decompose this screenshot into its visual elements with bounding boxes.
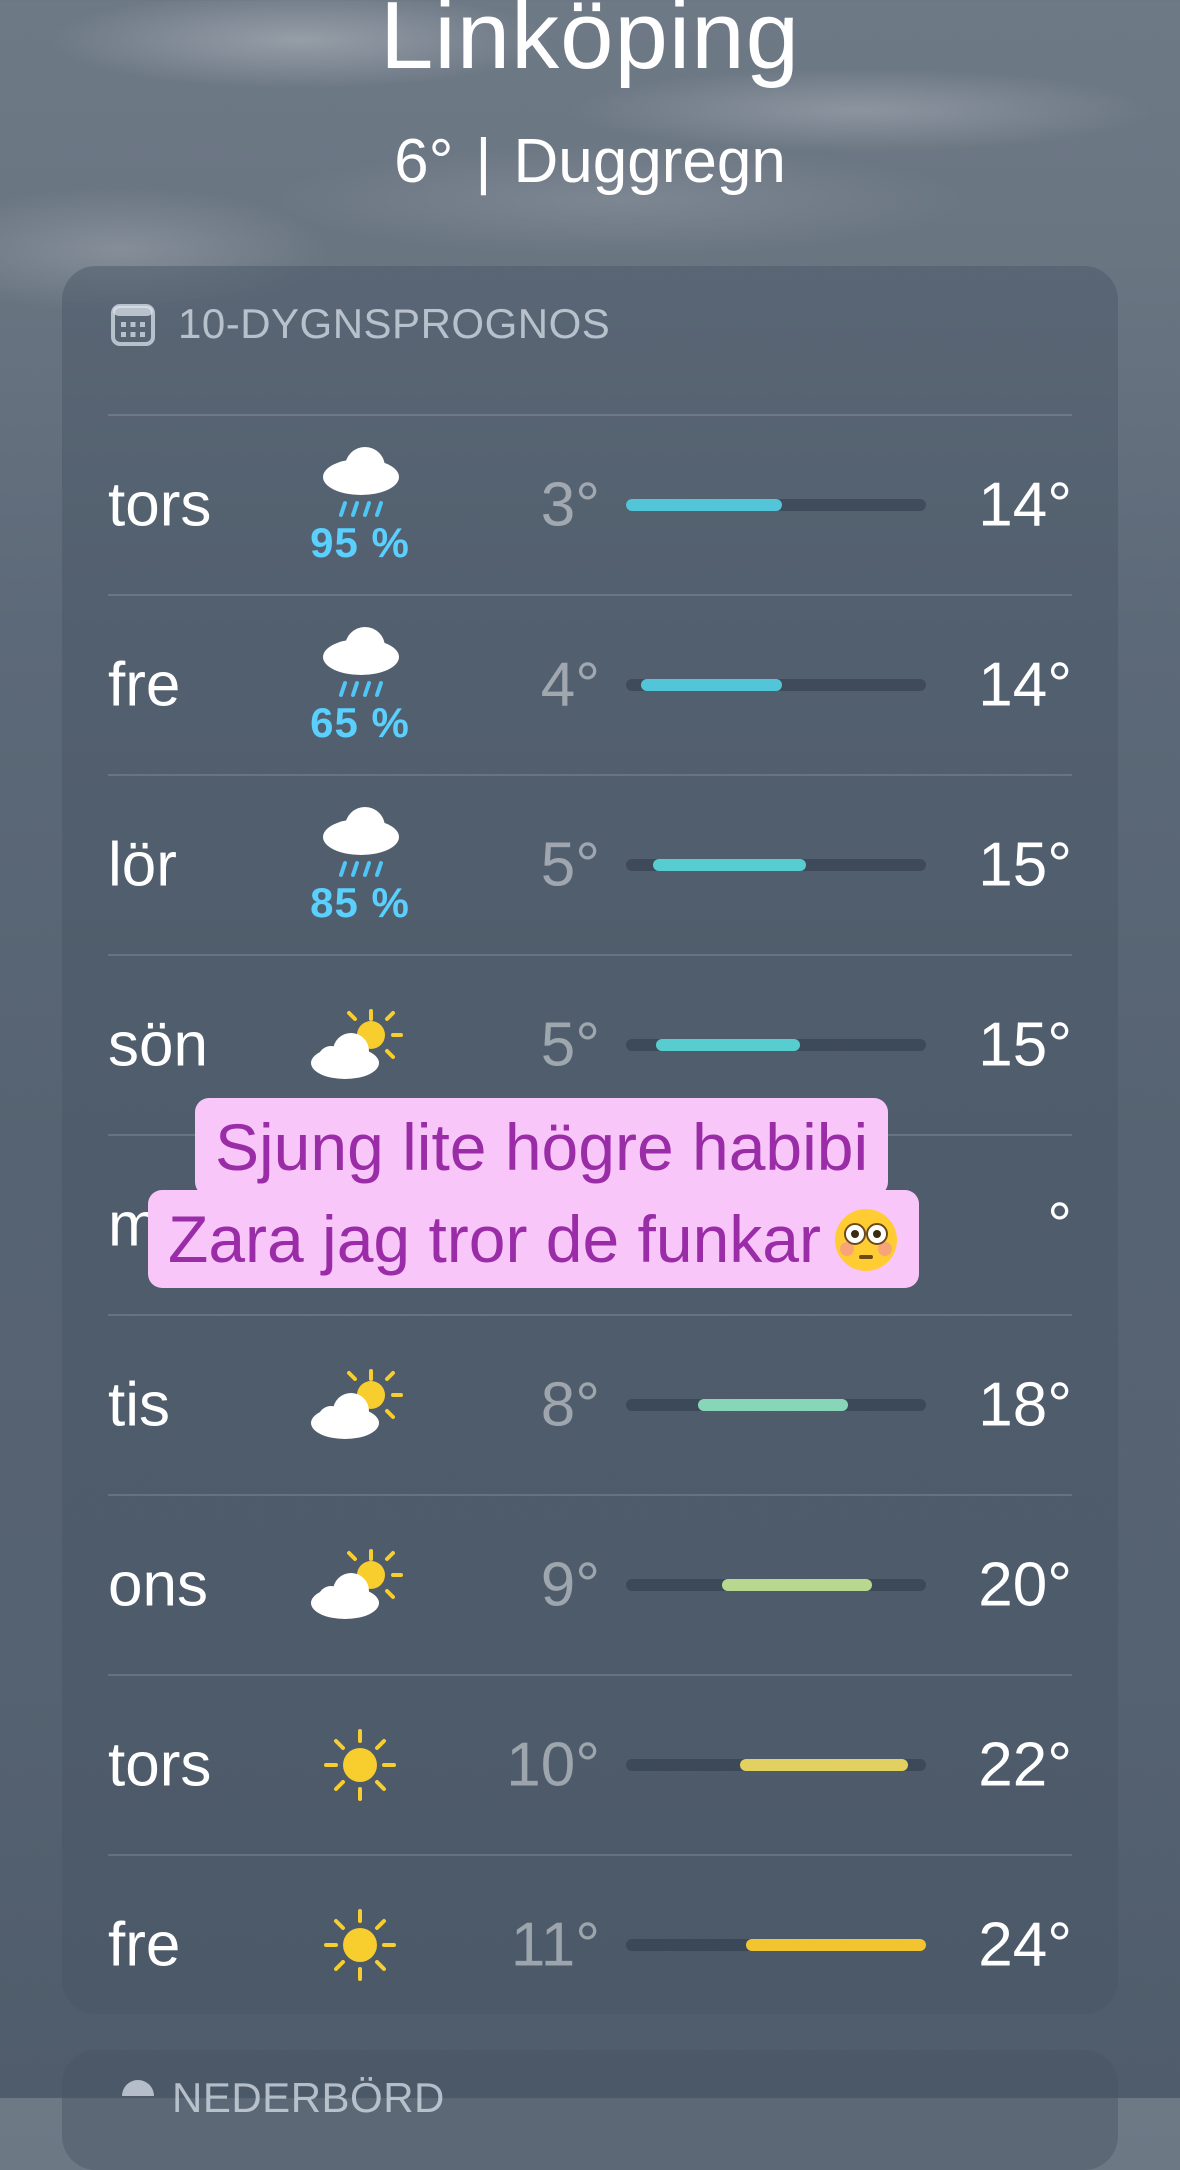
forecast-row[interactable]: tors 10° 22° — [108, 1674, 1072, 1854]
forecast-header: 10-DYGNSPROGNOS — [110, 300, 610, 348]
low-temperature: 8° — [540, 1370, 600, 1440]
partly-sunny-icon — [311, 1369, 403, 1439]
separator: | — [475, 127, 492, 196]
temperature-range-bar — [626, 1039, 926, 1051]
temperature-range-fill — [698, 1399, 848, 1411]
temperature-range-bar — [626, 1579, 926, 1591]
partly-sunny-icon — [311, 1549, 403, 1619]
high-temperature: 20° — [978, 1550, 1072, 1620]
umbrella-icon — [122, 2080, 154, 2096]
low-temperature: 11° — [510, 1910, 600, 1980]
high-temperature: 14° — [978, 650, 1072, 720]
caption-line-2-text: Zara jag tror de funkar — [168, 1202, 821, 1276]
high-temperature: 15° — [978, 1010, 1072, 1080]
temperature-range-fill — [746, 1939, 926, 1951]
temperature-range-fill — [641, 679, 782, 691]
current-conditions: 6° | Duggregn — [0, 127, 1180, 196]
sun-icon — [324, 1909, 396, 1981]
forecast-day: tors — [108, 1730, 212, 1800]
forecast-icon-wrap: 95 % — [300, 443, 420, 567]
forecast-icon-wrap — [300, 1365, 420, 1445]
low-temperature: 9° — [540, 1550, 600, 1620]
high-temperature: 18° — [978, 1370, 1072, 1440]
forecast-icon-wrap — [300, 1005, 420, 1085]
caption-line-1: Sjung lite högre habibi — [195, 1098, 889, 1196]
forecast-icon-wrap — [300, 1725, 420, 1805]
calendar-icon — [111, 304, 155, 346]
forecast-row[interactable]: tors 95 % 3° 14° — [108, 414, 1072, 594]
temperature-range-bar — [626, 499, 926, 511]
forecast-row[interactable]: ons 9° 20° — [108, 1494, 1072, 1674]
low-temperature: 5° — [540, 1010, 600, 1080]
precipitation-title: NEDERBÖRD — [172, 2074, 445, 2121]
high-temperature-partial: ° — [1047, 1190, 1072, 1260]
rain-cloud-icon — [323, 447, 399, 517]
precipitation-chance: 85 % — [310, 879, 410, 926]
temperature-range-bar — [626, 1759, 926, 1771]
partly-sunny-icon — [311, 1009, 403, 1079]
current-temperature: 6° — [394, 127, 454, 196]
high-temperature: 14° — [978, 470, 1072, 540]
forecast-row[interactable]: tis 8° 18° — [108, 1314, 1072, 1494]
temperature-range-fill — [656, 1039, 800, 1051]
forecast-title: 10-DYGNSPROGNOS — [178, 300, 611, 347]
forecast-day: fre — [108, 1910, 181, 1980]
temperature-range-fill — [722, 1579, 872, 1591]
city-name: Linköping — [380, 0, 800, 89]
forecast-day: tors — [108, 470, 212, 540]
flushed-face-emoji-icon — [834, 1208, 897, 1271]
precipitation-chance: 95 % — [310, 519, 410, 566]
forecast-icon-wrap — [300, 1905, 420, 1985]
low-temperature: 4° — [540, 650, 600, 720]
forecast-icon-wrap: 65 % — [300, 623, 420, 747]
rain-cloud-icon — [323, 627, 399, 697]
high-temperature: 15° — [978, 830, 1072, 900]
forecast-icon-wrap: 85 % — [300, 803, 420, 927]
low-temperature: 3° — [540, 470, 600, 540]
precipitation-chance: 65 % — [310, 699, 410, 746]
temperature-range-fill — [626, 499, 782, 511]
temperature-range-fill — [740, 1759, 908, 1771]
temperature-range-bar — [626, 1939, 926, 1951]
current-condition: Duggregn — [513, 127, 786, 196]
sun-icon — [324, 1729, 396, 1801]
high-temperature: 24° — [978, 1910, 1072, 1980]
forecast-icon-wrap — [300, 1545, 420, 1625]
low-temperature: 5° — [540, 830, 600, 900]
forecast-row[interactable]: fre 11° 24° — [108, 1854, 1072, 2034]
temperature-range-bar — [626, 679, 926, 691]
forecast-day: fre — [108, 650, 181, 720]
precipitation-card[interactable]: NEDERBÖRD — [62, 2050, 1118, 2170]
forecast-day: sön — [108, 1010, 208, 1080]
low-temperature: 10° — [506, 1730, 600, 1800]
rain-cloud-icon — [323, 807, 399, 877]
forecast-row[interactable]: lör 85 % 5° 15° — [108, 774, 1072, 954]
temperature-range-fill — [653, 859, 806, 871]
forecast-row[interactable]: fre 65 % 4° 14° — [108, 594, 1072, 774]
forecast-day: tis — [108, 1370, 170, 1440]
high-temperature: 22° — [978, 1730, 1072, 1800]
temperature-range-bar — [626, 859, 926, 871]
forecast-day: ons — [108, 1550, 208, 1620]
temperature-range-bar — [626, 1399, 926, 1411]
forecast-day: lör — [108, 830, 177, 900]
caption-line-2: Zara jag tror de funkar — [148, 1190, 919, 1288]
